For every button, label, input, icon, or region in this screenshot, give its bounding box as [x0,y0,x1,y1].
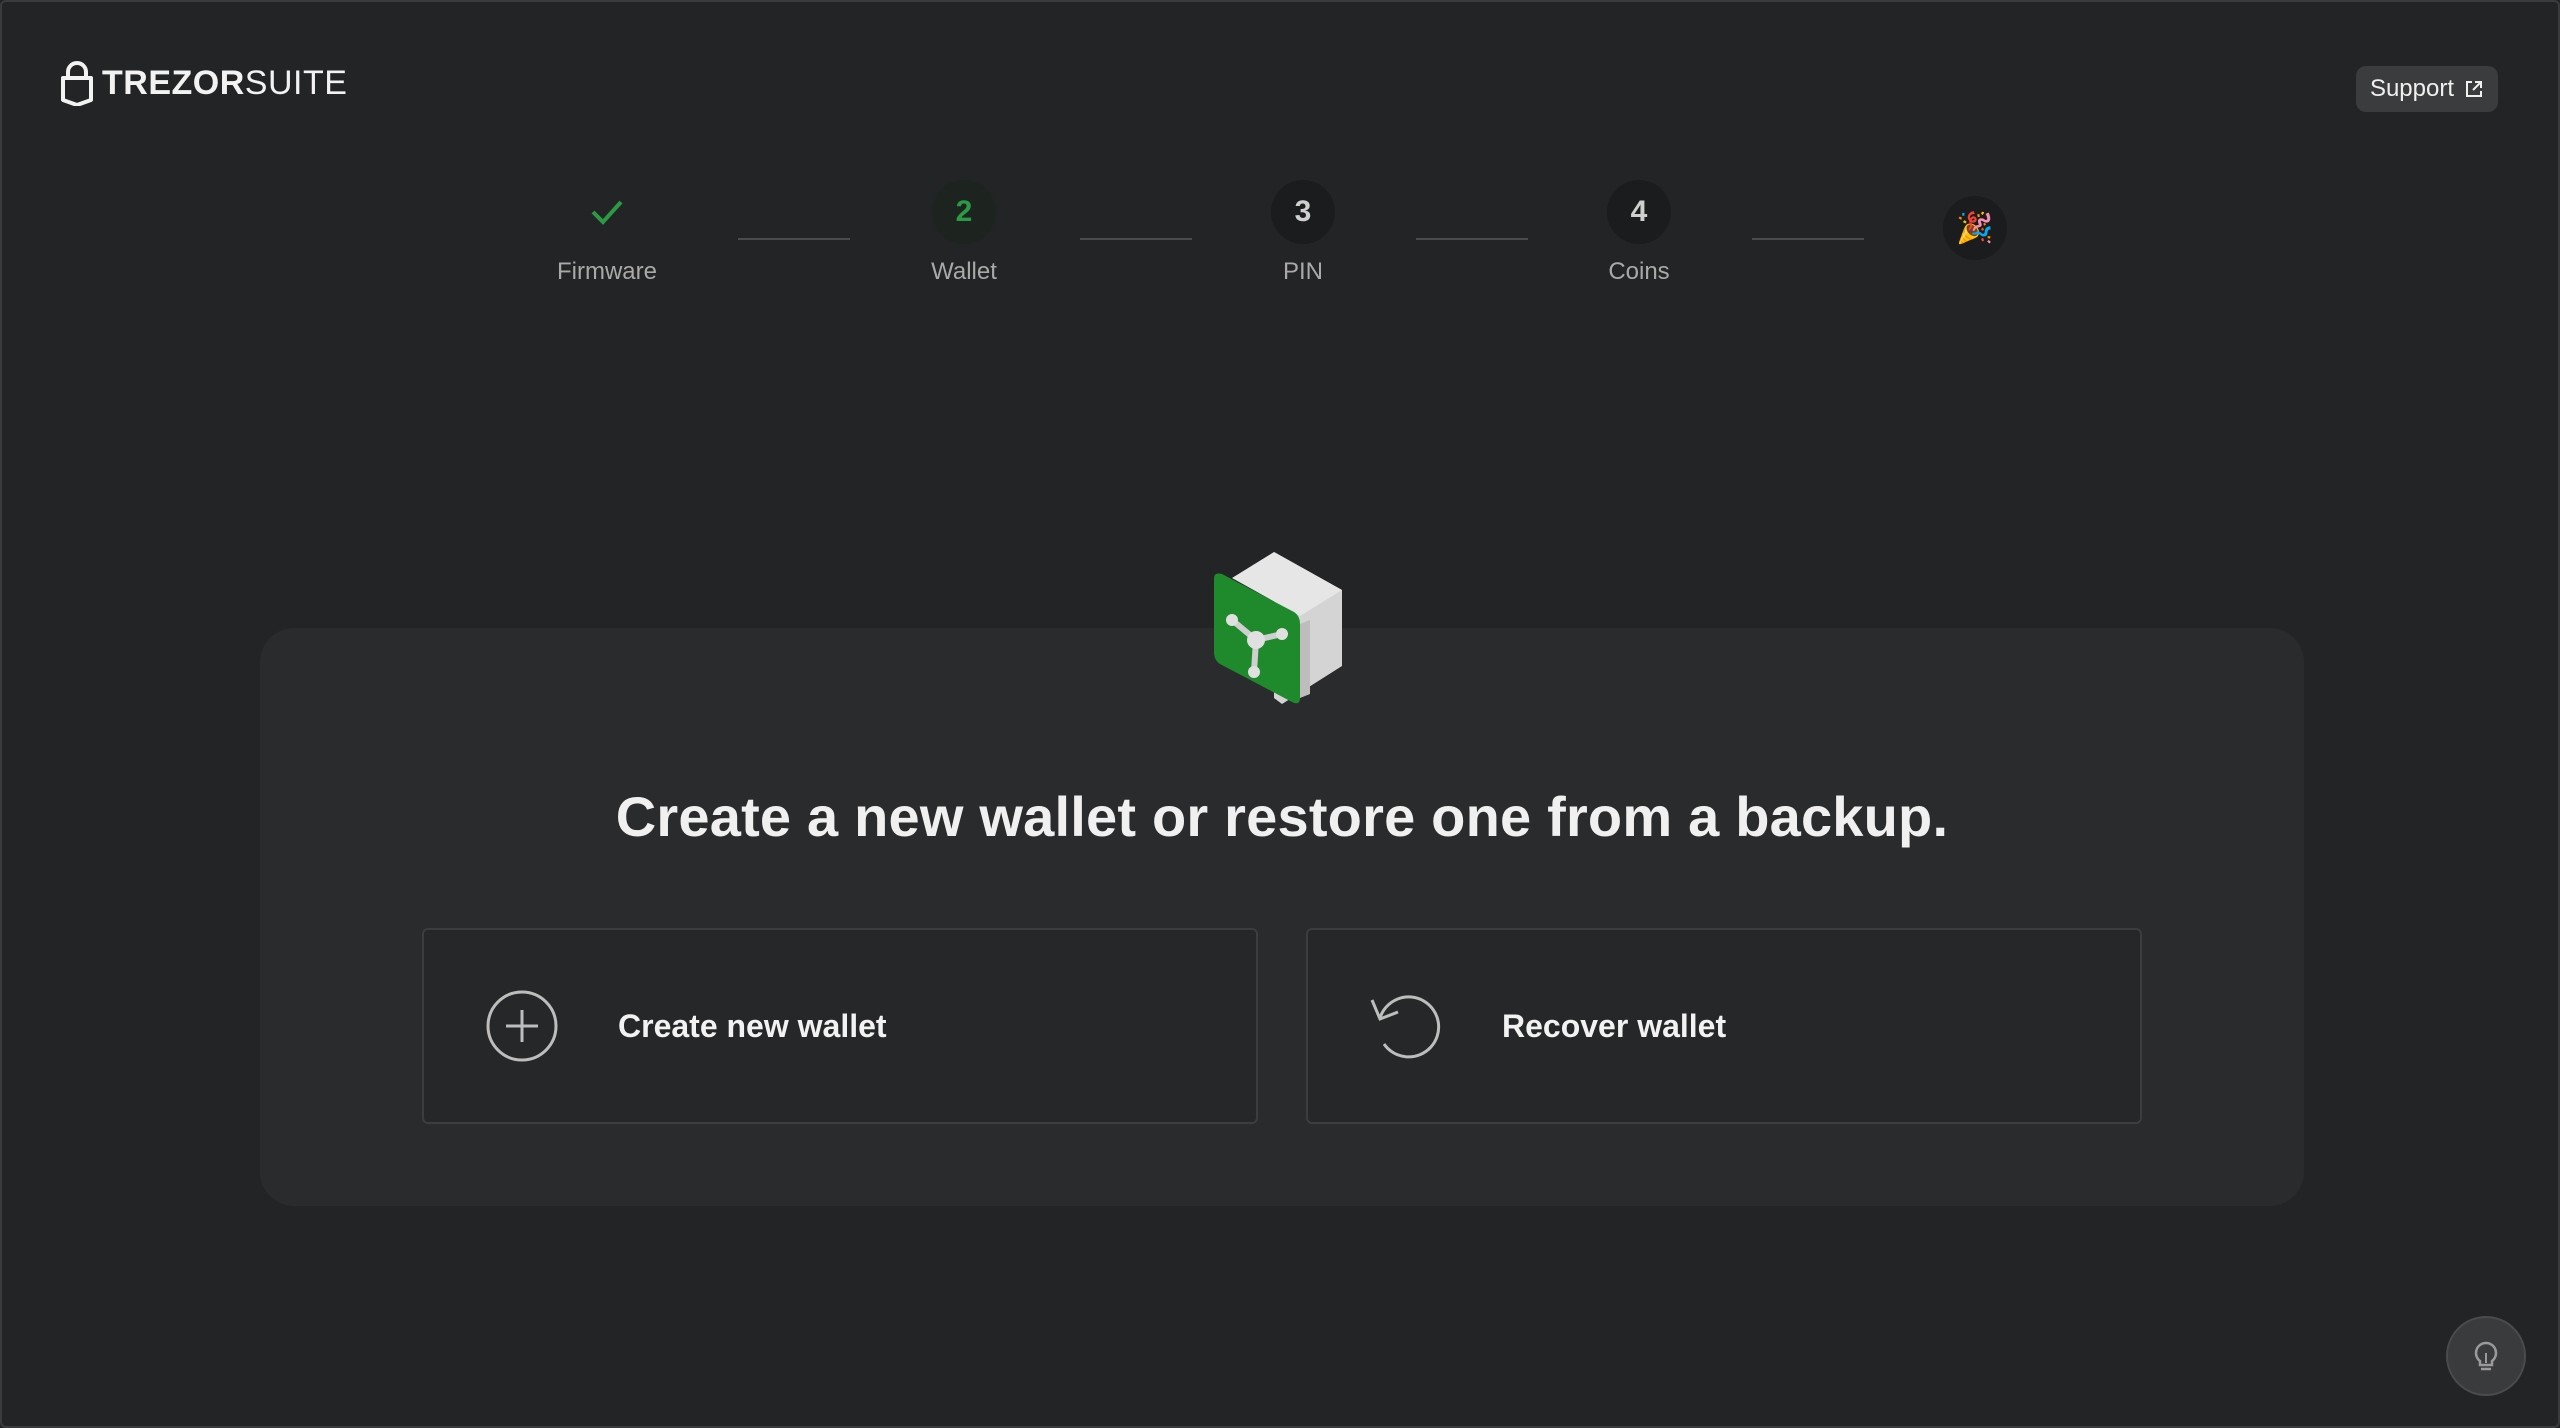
step-pin-number: 3 [1271,180,1335,244]
logo-text: TREZORSUITE [102,64,347,103]
step-pin-label: PIN [1282,258,1323,285]
step-firmware-label: Firmware [557,258,657,285]
logo-text-light: SUITE [244,63,348,102]
create-new-wallet-label: Create new wallet [618,1007,887,1044]
plus-circle-icon [486,990,558,1062]
trezor-lock-icon [61,61,93,106]
step-connector [1080,238,1192,240]
app-window: TREZORSUITE Support Firmware 2 Wallet 3 … [0,0,2560,1428]
step-connector [1752,238,1864,240]
recover-wallet-label: Recover wallet [1502,1007,1727,1044]
step-wallet-number: 2 [932,180,996,244]
recover-arrow-icon [1370,995,1441,1059]
checkmark-icon [591,200,623,225]
recover-wallet-button[interactable]: Recover wallet [1306,928,2142,1124]
party-popper-icon: 🎉 [1943,196,2007,260]
step-firmware-dot [575,180,639,244]
wallet-cube-illustration [1214,552,1342,704]
support-button[interactable]: Support [2355,66,2498,112]
top-bar: TREZORSUITE Support [2,2,2558,162]
step-wallet-label: Wallet [931,258,997,285]
support-label: Support [2369,75,2454,102]
logo-text-bold: TREZOR [102,63,245,102]
step-wallet: 2 Wallet [884,180,1044,286]
onboarding-stepper: Firmware 2 Wallet 3 PIN 4 Coins 🎉 [2,180,2558,300]
create-new-wallet-button[interactable]: Create new wallet [422,928,1258,1124]
step-final: 🎉 [1895,196,2055,260]
external-link-icon [2466,81,2482,97]
tips-button[interactable] [2446,1316,2526,1396]
step-coins-number: 4 [1607,180,1671,244]
step-pin: 3 PIN [1223,180,1383,286]
step-coins: 4 Coins [1559,180,1719,286]
step-connector [738,238,850,240]
trezor-suite-logo: TREZORSUITE [60,60,347,106]
step-firmware: Firmware [527,180,687,286]
step-connector [1416,238,1528,240]
step-coins-label: Coins [1608,258,1670,285]
lightbulb-icon [2474,1341,2498,1371]
page-headline: Create a new wallet or restore one from … [615,785,1949,848]
